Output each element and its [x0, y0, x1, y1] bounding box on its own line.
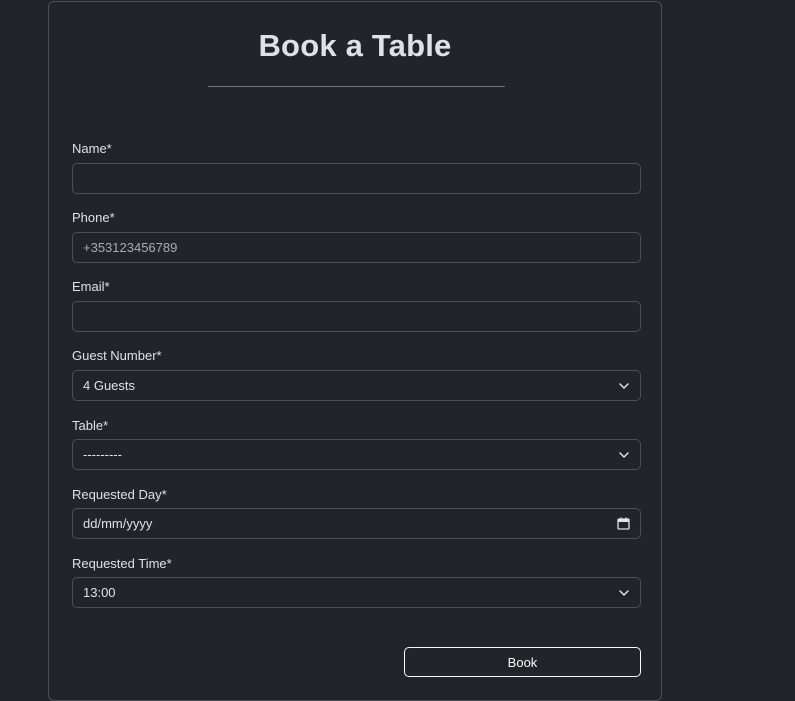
chevron-down-icon — [619, 382, 629, 389]
table-label: Table* — [72, 418, 109, 433]
booking-card: Book a Table Name* Phone* Email* Guest N… — [48, 1, 662, 701]
guest-number-value: 4 Guests — [83, 378, 136, 393]
chevron-down-icon — [619, 451, 629, 458]
table-select[interactable]: --------- — [72, 439, 641, 470]
name-input[interactable] — [72, 163, 641, 194]
guest-number-label: Guest Number* — [72, 348, 162, 363]
requested-day-input[interactable]: dd/mm/yyyy — [72, 508, 641, 539]
name-label: Name* — [72, 141, 112, 156]
requested-time-value: 13:00 — [83, 585, 116, 600]
guest-number-select[interactable]: 4 Guests — [72, 370, 641, 401]
book-button[interactable]: Book — [404, 647, 641, 677]
requested-time-select[interactable]: 13:00 — [72, 577, 641, 608]
email-label: Email* — [72, 279, 110, 294]
calendar-icon[interactable] — [617, 517, 630, 530]
chevron-down-icon — [619, 589, 629, 596]
requested-time-label: Requested Time* — [72, 556, 172, 571]
requested-day-value: dd/mm/yyyy — [83, 516, 153, 531]
phone-input[interactable] — [72, 232, 641, 263]
email-input[interactable] — [72, 301, 641, 332]
table-value: --------- — [83, 447, 122, 462]
requested-day-label: Requested Day* — [72, 487, 167, 502]
title-divider — [208, 86, 505, 87]
phone-label: Phone* — [72, 210, 115, 225]
page-title: Book a Table — [258, 28, 452, 63]
